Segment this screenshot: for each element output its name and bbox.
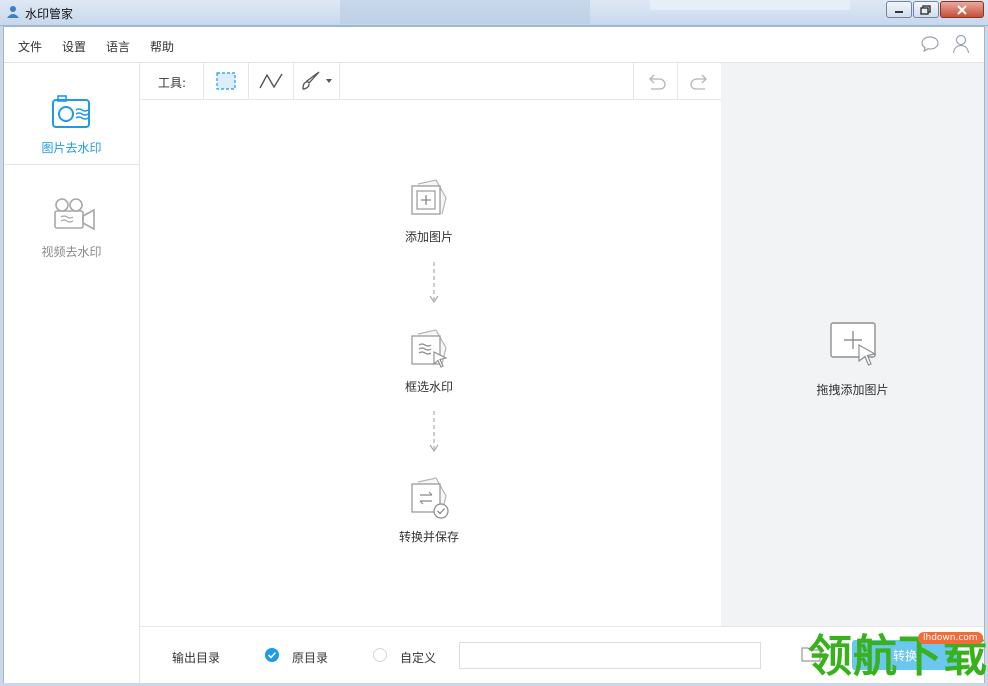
polyline-icon (259, 73, 283, 89)
window-title: 水印管家 (25, 7, 74, 21)
chat-icon[interactable] (920, 35, 940, 53)
camera-watermark-icon (52, 95, 90, 128)
background-window (650, 0, 850, 10)
background-window (340, 0, 590, 24)
convert-save-icon (411, 477, 449, 519)
tools-label: 工具: (158, 76, 187, 90)
minimize-button[interactable] (886, 1, 912, 18)
maximize-button[interactable] (913, 1, 939, 18)
close-button[interactable] (940, 1, 984, 18)
user-icon[interactable] (952, 34, 970, 54)
menu-file[interactable]: 文件 (18, 38, 42, 55)
sidebar-item-label: 图片去水印 (41, 141, 102, 155)
brush-icon (301, 71, 319, 90)
restore-icon (920, 4, 931, 15)
site-watermark: 领航下载 lhdown.com (808, 628, 988, 686)
workflow-canvas: 添加图片 框选水印 转换并保存 (140, 100, 721, 626)
step-convert-save: 转换并保存 (369, 476, 489, 545)
drop-zone-label: 拖拽添加图片 (816, 383, 889, 397)
redo-button[interactable] (677, 63, 721, 99)
sidebar-item-label: 视频去水印 (41, 245, 102, 259)
drop-image-icon (830, 322, 877, 366)
app-logo-icon (7, 6, 19, 18)
check-icon (267, 651, 277, 659)
step-label: 框选水印 (404, 380, 453, 394)
step-label: 添加图片 (404, 230, 453, 244)
undo-button[interactable] (633, 63, 677, 99)
video-camera-icon (54, 198, 95, 231)
custom-dir-label[interactable]: 自定义 (400, 649, 436, 666)
arrow-down-icon (429, 411, 439, 453)
step-label: 转换并保存 (398, 530, 459, 544)
output-dir-label: 输出目录 (172, 651, 221, 665)
rect-select-icon (216, 72, 236, 90)
watermark-url: lhdown.com (918, 632, 983, 644)
app-window: 文件 设置 语言 帮助 图片去水印 视频去水印 工具: 添加图片 框选水印 转换… (3, 26, 985, 683)
rect-select-tool[interactable] (203, 63, 248, 99)
close-icon (957, 4, 967, 15)
output-path-input[interactable] (459, 642, 761, 669)
step-select-watermark: 框选水印 (369, 328, 489, 395)
add-image-icon (411, 179, 447, 215)
custom-dir-radio[interactable] (373, 648, 387, 662)
arrow-down-icon (429, 262, 439, 304)
polyline-tool[interactable] (248, 63, 293, 99)
menu-bar: 文件 设置 语言 帮助 (4, 27, 984, 63)
menu-language[interactable]: 语言 (106, 38, 130, 55)
undo-icon (648, 74, 666, 90)
minimize-icon (895, 10, 903, 13)
menu-help[interactable]: 帮助 (150, 38, 174, 55)
original-dir-label[interactable]: 原目录 (292, 649, 328, 666)
select-watermark-icon (411, 329, 448, 368)
title-bar: 水印管家 (0, 0, 988, 26)
redo-icon (689, 74, 707, 90)
menu-settings[interactable]: 设置 (62, 38, 86, 55)
step-add-image: 添加图片 (369, 178, 489, 245)
drop-zone[interactable]: 拖拽添加图片 (721, 63, 984, 626)
chevron-down-icon (325, 79, 332, 83)
sidebar-item-video-watermark[interactable]: 视频去水印 (4, 166, 139, 268)
sidebar: 图片去水印 视频去水印 (4, 63, 140, 683)
brush-tool[interactable] (293, 63, 340, 99)
sidebar-item-image-watermark[interactable]: 图片去水印 (4, 63, 139, 165)
original-dir-radio[interactable] (265, 648, 279, 662)
toolbar: 工具: (140, 63, 721, 100)
